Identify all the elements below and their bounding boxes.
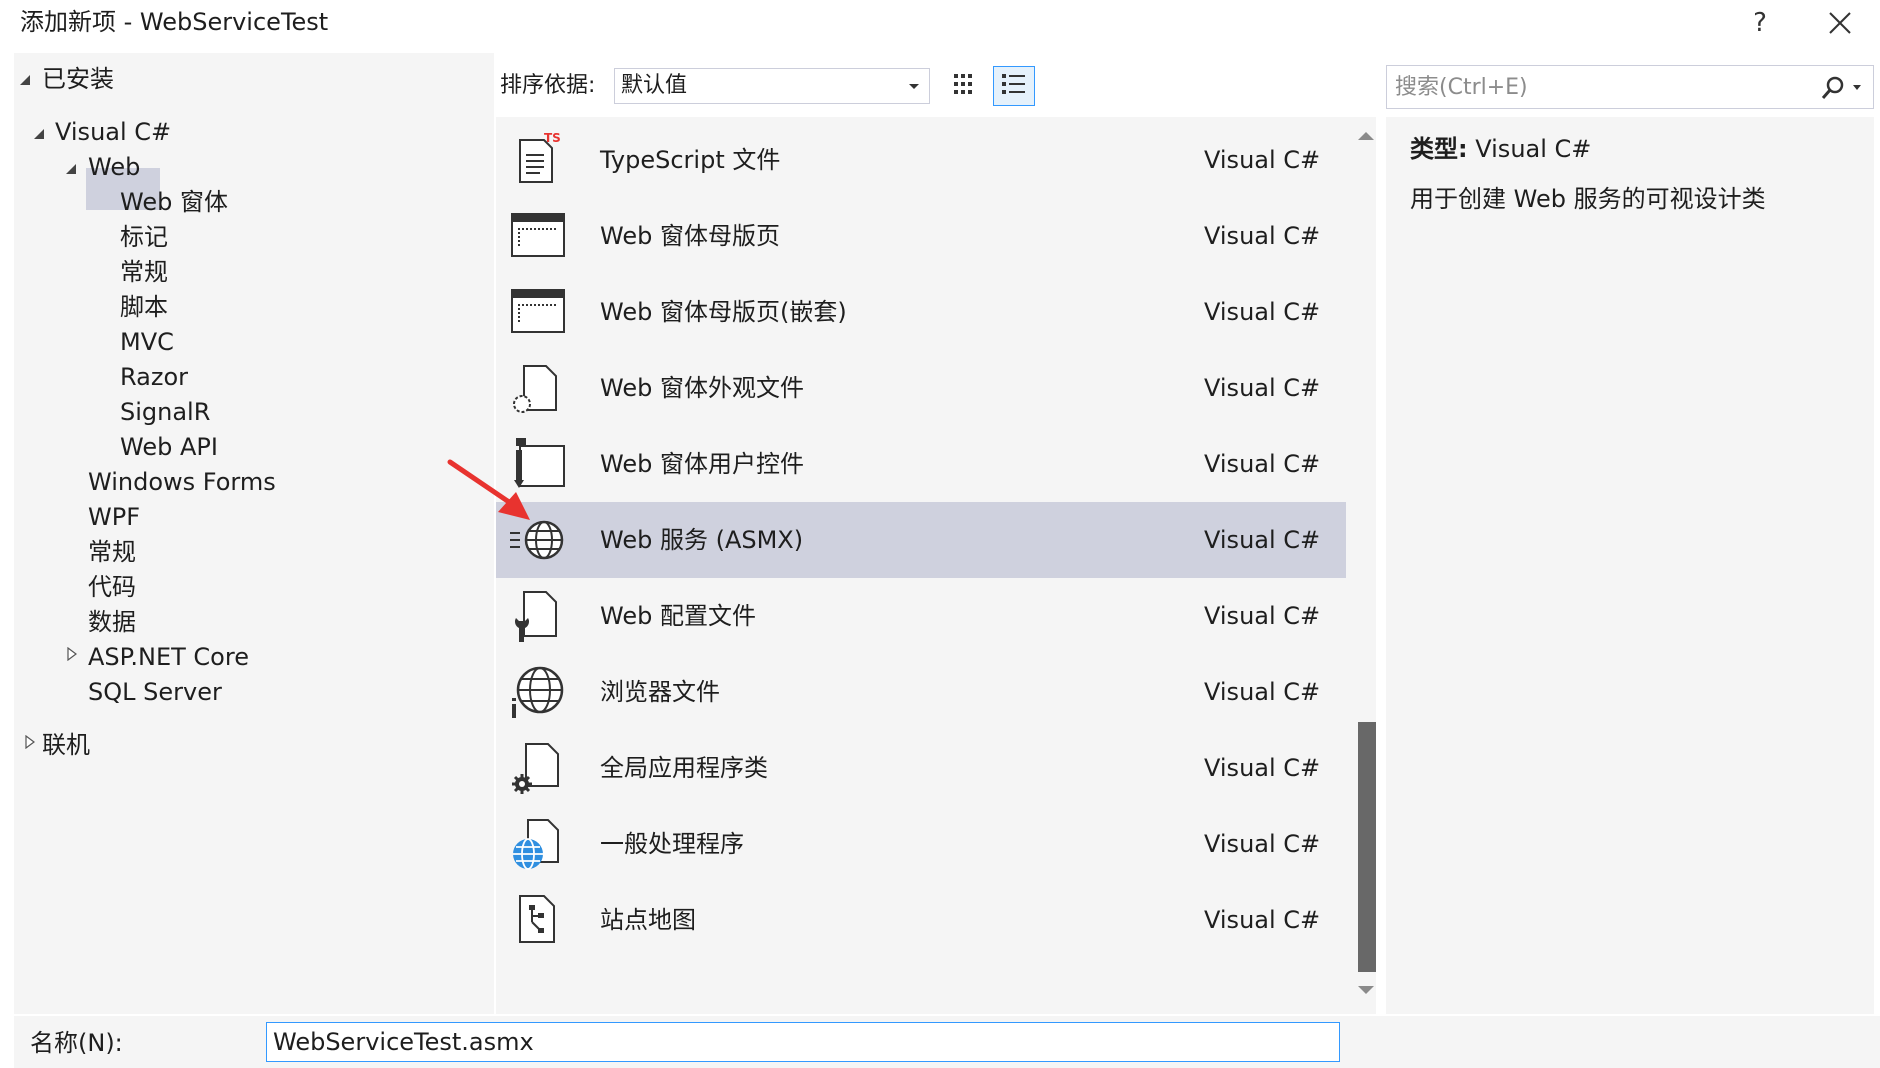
expanded-triangle-icon[interactable]: [66, 163, 78, 175]
collapsed-triangle-icon[interactable]: [66, 647, 78, 661]
details-type-label: 类型:: [1410, 135, 1468, 163]
sort-dropdown-value: 默认值: [621, 73, 688, 98]
template-language: Visual C#: [1204, 906, 1321, 934]
sort-dropdown[interactable]: 默认值: [614, 68, 930, 104]
template-language: Visual C#: [1204, 146, 1321, 174]
details-description: 用于创建 Web 服务的可视设计类: [1410, 185, 1766, 213]
template-name: Web 配置文件: [600, 602, 756, 630]
generic-handler-icon: [513, 819, 559, 870]
annotation-arrow-icon: [447, 459, 530, 520]
tree-item-mvc[interactable]: MVC: [120, 325, 174, 359]
list-view-icon: [1002, 74, 1025, 94]
template-row-generic-handler[interactable]: 一般处理程序 Visual C#: [496, 806, 1346, 882]
template-name: 一般处理程序: [600, 830, 744, 858]
template-list: TS TypeScript 文件 Visual C# Web 窗体母版页 Vis…: [496, 117, 1376, 1014]
tree-item-markup[interactable]: 标记: [120, 220, 168, 254]
template-language: Visual C#: [1204, 678, 1321, 706]
nested-master-page-icon: [511, 289, 565, 333]
tree-item-sql-server[interactable]: SQL Server: [88, 675, 222, 709]
template-name: Web 窗体母版页: [600, 222, 780, 250]
template-language: Visual C#: [1204, 602, 1321, 630]
tree-item-general-web[interactable]: 常规: [120, 255, 168, 289]
global-app-class-icon: [512, 743, 559, 794]
window-title: 添加新项 - WebServiceTest: [20, 8, 329, 36]
template-row-web-service[interactable]: Web 服务 (ASMX) Visual C#: [496, 502, 1346, 578]
template-language: Visual C#: [1204, 450, 1321, 478]
template-row-browser-file[interactable]: 浏览器文件 Visual C#: [496, 654, 1346, 730]
tree-item-online[interactable]: 联机: [42, 728, 90, 762]
template-language: Visual C#: [1204, 526, 1321, 554]
name-input[interactable]: [266, 1022, 1340, 1062]
config-file-icon: [515, 591, 557, 642]
tree-item-windows-forms[interactable]: Windows Forms: [88, 465, 276, 499]
details-type: 类型: Visual C#: [1410, 132, 1591, 166]
template-row-user-control[interactable]: Web 窗体用户控件 Visual C#: [496, 426, 1346, 502]
template-name: 站点地图: [600, 906, 696, 934]
sort-label: 排序依据:: [500, 73, 596, 98]
scrollbar-thumb[interactable]: [1358, 722, 1376, 972]
close-button[interactable]: [1818, 4, 1862, 42]
template-row-global-app-class[interactable]: 全局应用程序类 Visual C#: [496, 730, 1346, 806]
tree-item-visual-csharp[interactable]: Visual C#: [55, 115, 171, 149]
master-page-icon: [511, 213, 565, 257]
small-icons-view-button[interactable]: [950, 68, 984, 104]
chevron-down-icon: [909, 84, 919, 89]
expanded-triangle-icon[interactable]: [20, 74, 32, 86]
template-name: TypeScript 文件: [600, 146, 781, 174]
template-language: Visual C#: [1204, 754, 1321, 782]
search-icon[interactable]: [1819, 74, 1847, 102]
scroll-down-arrow-icon[interactable]: [1358, 986, 1374, 994]
search-options-chevron-icon[interactable]: [1853, 85, 1861, 90]
template-name: 全局应用程序类: [600, 754, 768, 782]
help-button[interactable]: ?: [1740, 4, 1780, 42]
template-name: Web 窗体母版页(嵌套): [600, 298, 847, 326]
template-row-nested-master-page[interactable]: Web 窗体母版页(嵌套) Visual C#: [496, 274, 1346, 350]
template-row-master-page[interactable]: Web 窗体母版页 Visual C#: [496, 198, 1346, 274]
template-language: Visual C#: [1204, 222, 1321, 250]
svg-text:TS: TS: [544, 132, 561, 145]
name-label: 名称(N):: [30, 1029, 123, 1057]
tree-item-razor[interactable]: Razor: [120, 360, 188, 394]
template-row-site-map[interactable]: 站点地图 Visual C#: [496, 882, 1346, 958]
scroll-up-arrow-icon[interactable]: [1358, 132, 1374, 140]
details-panel: [1386, 117, 1874, 1014]
site-map-icon: [519, 895, 555, 943]
template-language: Visual C#: [1204, 298, 1321, 326]
search-input[interactable]: [1395, 66, 1795, 108]
template-row-skin-file[interactable]: Web 窗体外观文件 Visual C#: [496, 350, 1346, 426]
template-row-config-file[interactable]: Web 配置文件 Visual C#: [496, 578, 1346, 654]
tree-item-data[interactable]: 数据: [88, 605, 136, 639]
tree-item-web[interactable]: Web: [88, 150, 140, 184]
browser-file-icon: [512, 666, 564, 718]
template-name: Web 窗体用户控件: [600, 450, 804, 478]
tree-item-signalr[interactable]: SignalR: [120, 395, 210, 429]
expanded-triangle-icon[interactable]: [34, 128, 46, 140]
list-view-button[interactable]: [993, 66, 1035, 106]
template-name: Web 窗体外观文件: [600, 374, 804, 402]
template-language: Visual C#: [1204, 830, 1321, 858]
tree-item-web-forms[interactable]: Web 窗体: [120, 185, 228, 219]
tree-item-general[interactable]: 常规: [88, 535, 136, 569]
template-language: Visual C#: [1204, 374, 1321, 402]
details-type-value: Visual C#: [1475, 135, 1592, 163]
tree-item-script[interactable]: 脚本: [120, 290, 168, 324]
tree-item-installed[interactable]: 已安装: [42, 62, 114, 96]
tree-item-web-api[interactable]: Web API: [120, 430, 218, 464]
tree-item-aspnet-core[interactable]: ASP.NET Core: [88, 640, 249, 674]
tree-item-code[interactable]: 代码: [88, 570, 136, 604]
typescript-file-icon: TS: [519, 132, 561, 183]
tree-item-wpf[interactable]: WPF: [88, 500, 140, 534]
small-icons-view-icon: [954, 74, 972, 94]
template-name: 浏览器文件: [600, 678, 720, 706]
skin-file-icon: [513, 365, 557, 413]
search-box[interactable]: [1386, 65, 1874, 109]
collapsed-triangle-icon[interactable]: [24, 735, 36, 749]
template-row-typescript-file[interactable]: TS TypeScript 文件 Visual C#: [496, 122, 1346, 198]
close-icon: [1829, 12, 1851, 34]
template-name: Web 服务 (ASMX): [600, 526, 804, 554]
